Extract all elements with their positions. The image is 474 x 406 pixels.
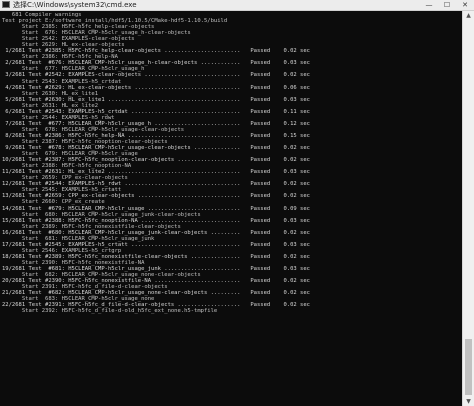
- vertical-scrollbar[interactable]: ▲ ▼: [462, 11, 474, 406]
- scroll-down-arrow-icon[interactable]: ▼: [463, 397, 474, 406]
- console-line: Start 2392: H5FC-h5fc_d_file-d-old_h5fc_…: [2, 308, 218, 315]
- window-controls: — ☐ ✕: [420, 0, 474, 10]
- title-bar[interactable]: 选择C:\Windows\system32\cmd.exe — ☐ ✕: [0, 0, 474, 11]
- scroll-thumb[interactable]: [465, 339, 472, 395]
- scroll-up-arrow-icon[interactable]: ▲: [463, 11, 474, 20]
- cmd-icon: [2, 1, 10, 8]
- console-window: 选择C:\Windows\system32\cmd.exe — ☐ ✕ 681 …: [0, 0, 474, 406]
- maximize-button[interactable]: ☐: [438, 0, 456, 10]
- console-output[interactable]: 681 Compiler warnings Test project E:/sof…: [2, 12, 462, 406]
- close-button[interactable]: ✕: [456, 0, 474, 10]
- minimize-button[interactable]: —: [420, 0, 438, 10]
- window-title: 选择C:\Windows\system32\cmd.exe: [13, 1, 137, 9]
